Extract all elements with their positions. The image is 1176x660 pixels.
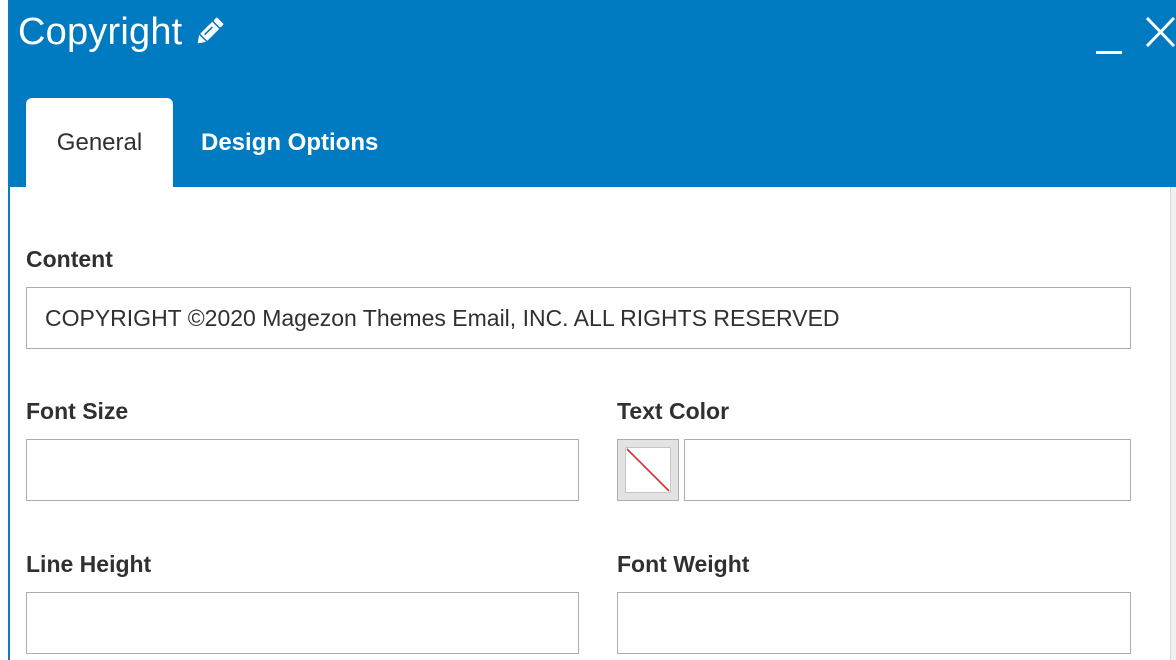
- line-height-input[interactable]: [26, 592, 579, 654]
- tab-general-label: General: [56, 128, 143, 156]
- color-swatch-button[interactable]: [617, 439, 679, 501]
- close-icon[interactable]: [1140, 6, 1176, 50]
- modal-window: Copyright General Design Options Content…: [0, 0, 1176, 660]
- modal-left-border: [8, 0, 10, 660]
- pencil-icon[interactable]: [192, 15, 226, 49]
- font-size-label: Font Size: [26, 398, 129, 424]
- modal-title: Copyright: [18, 11, 183, 53]
- content-label: Content: [26, 246, 113, 272]
- tab-design-options[interactable]: Design Options: [173, 98, 406, 187]
- line-height-label: Line Height: [26, 551, 152, 577]
- scrollbar[interactable]: [1170, 187, 1176, 660]
- font-weight-label: Font Weight: [617, 551, 750, 577]
- tab-bar: General Design Options: [26, 98, 406, 187]
- text-color-label: Text Color: [617, 398, 730, 424]
- minimize-icon[interactable]: [1094, 20, 1124, 60]
- text-color-input[interactable]: [684, 439, 1131, 501]
- no-color-icon: [625, 447, 671, 493]
- font-size-input[interactable]: [26, 439, 579, 501]
- tab-general[interactable]: General: [26, 98, 173, 187]
- content-input[interactable]: [26, 287, 1131, 349]
- tab-design-options-label: Design Options: [201, 128, 379, 156]
- font-weight-input[interactable]: [617, 592, 1131, 654]
- modal-title-row: Copyright: [18, 8, 226, 56]
